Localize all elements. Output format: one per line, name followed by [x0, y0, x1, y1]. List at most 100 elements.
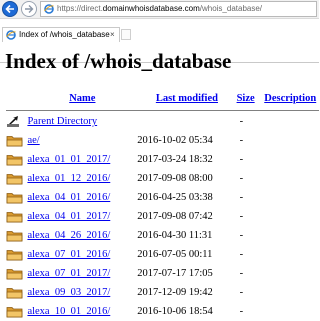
description-column-header[interactable]: Description	[261, 90, 319, 107]
table-row: alexa_10_01_2016/2016-10-06 18:54 -	[6, 302, 319, 321]
size-column-header[interactable]: Size	[237, 90, 262, 107]
name-cell: alexa_07_01_2017/	[27, 264, 137, 283]
description-cell	[261, 112, 319, 131]
modified-cell: 2016-10-02 05:34	[137, 135, 213, 146]
description-cell	[261, 283, 319, 302]
description-cell	[261, 264, 319, 283]
sort-size-link[interactable]: Size	[237, 93, 255, 104]
icon-cell	[6, 188, 27, 207]
forward-arrow-icon	[25, 5, 34, 13]
folder-icon	[6, 288, 23, 299]
folder-link[interactable]: ae/	[27, 135, 39, 146]
size-cell: -	[239, 135, 244, 146]
icon-cell	[6, 207, 27, 226]
back-arrow-icon	[5, 4, 14, 14]
size-cell: -	[239, 192, 244, 203]
modified-cell: 2016-07-05 00:11	[137, 249, 213, 260]
size-cell: -	[239, 154, 244, 165]
sort-name-link[interactable]: Name	[69, 93, 95, 104]
name-cell: alexa_04_01_2016/	[27, 188, 137, 207]
size-cell: -	[239, 211, 244, 222]
folder-icon	[6, 174, 23, 185]
url-host: domainwhoisdatabase.com	[102, 4, 200, 13]
folder-link[interactable]: alexa_10_01_2016/	[27, 306, 110, 317]
modified-cell: 2016-04-30 11:31	[137, 230, 213, 241]
folder-icon	[6, 307, 23, 318]
folder-link[interactable]: alexa_07_01_2016/	[27, 249, 110, 260]
page-title: Index of /whois_database	[5, 49, 232, 73]
back-button[interactable]	[2, 1, 18, 17]
tab-title: Index of /whois_database	[19, 30, 110, 39]
folder-icon	[6, 250, 23, 261]
name-cell: alexa_07_01_2016/	[27, 245, 137, 264]
name-cell: alexa_01_12_2016/	[27, 169, 137, 188]
description-cell	[261, 188, 319, 207]
name-cell: ae/	[27, 131, 137, 150]
ie-favicon-icon	[44, 4, 54, 14]
name-cell: alexa_04_01_2017/	[27, 207, 137, 226]
size-cell: -	[239, 287, 244, 298]
folder-icon	[6, 231, 23, 242]
icon-cell	[6, 264, 27, 283]
new-tab-button[interactable]	[121, 29, 131, 40]
modified-cell: 2017-03-24 18:32	[137, 154, 213, 165]
size-cell: -	[239, 173, 244, 184]
folder-link[interactable]: alexa_01_01_2017/	[27, 154, 110, 165]
folder-link[interactable]: alexa_07_01_2017/	[27, 268, 110, 279]
ie-favicon-icon	[6, 30, 16, 40]
size-cell: -	[239, 306, 244, 317]
parent-directory-link[interactable]: Parent Directory	[27, 116, 97, 127]
description-cell	[261, 207, 319, 226]
description-cell	[261, 302, 319, 321]
table-row: alexa_04_01_2017/2017-09-08 07:42 -	[6, 207, 319, 226]
modified-column-header[interactable]: Last modified	[137, 90, 236, 107]
address-bar-area: https://direct.domainwhoisdatabase.com/w…	[0, 0, 319, 19]
size-cell: -	[239, 116, 244, 127]
table-row: alexa_07_01_2016/2016-07-05 00:11 -	[6, 245, 319, 264]
tab-active[interactable]: Index of /whois_database ×	[2, 27, 120, 42]
file-rows: ae/2016-10-02 05:34- alexa_01_01_2017/201…	[6, 131, 319, 321]
parent-directory-icon	[7, 116, 19, 127]
size-cell: -	[239, 230, 244, 241]
modified-cell: 2017-12-09 19:42	[137, 287, 213, 298]
modified-cell: 2017-07-17 17:05	[137, 268, 213, 279]
name-cell: alexa_09_03_2017/	[27, 283, 137, 302]
forward-button[interactable]	[21, 1, 37, 17]
folder-icon	[6, 269, 23, 280]
table-row: ae/2016-10-02 05:34 -	[6, 131, 319, 150]
separator-line	[6, 110, 319, 111]
name-column-header[interactable]: Name	[27, 90, 137, 107]
table-row: alexa_01_01_2017/2017-03-24 18:32 -	[6, 150, 319, 169]
icon-cell	[6, 302, 27, 321]
icon-cell	[6, 283, 27, 302]
sort-description-link[interactable]: Description	[264, 93, 316, 104]
name-cell: alexa_04_26_2016/	[27, 226, 137, 245]
folder-link[interactable]: alexa_04_01_2017/	[27, 211, 110, 222]
size-cell: -	[239, 249, 244, 260]
folder-icon	[6, 155, 23, 166]
tab-close-button[interactable]: ×	[110, 28, 115, 42]
table-row: alexa_04_01_2016/2016-04-25 03:38 -	[6, 188, 319, 207]
icon-cell	[6, 131, 27, 150]
url-path: /whois_database/	[199, 4, 263, 13]
folder-link[interactable]: alexa_04_26_2016/	[27, 230, 110, 241]
parent-directory-row: Parent Directory -	[6, 112, 319, 131]
icon-cell	[6, 150, 27, 169]
icon-cell	[6, 169, 27, 188]
description-cell	[261, 150, 319, 169]
table-row: alexa_04_26_2016/2016-04-30 11:31 -	[6, 226, 319, 245]
folder-link[interactable]: alexa_01_12_2016/	[27, 173, 110, 184]
description-cell	[261, 226, 319, 245]
url-text: https://direct.domainwhoisdatabase.com/w…	[57, 2, 262, 16]
url-field[interactable]: https://direct.domainwhoisdatabase.com/w…	[40, 1, 317, 17]
folder-link[interactable]: alexa_04_01_2016/	[27, 192, 110, 203]
icon-cell	[6, 226, 27, 245]
icon-cell	[6, 245, 27, 264]
table-row: alexa_01_12_2016/2017-09-08 08:00 -	[6, 169, 319, 188]
modified-cell: 2016-10-06 18:54	[137, 306, 213, 317]
sort-modified-link[interactable]: Last modified	[156, 93, 218, 104]
folder-link[interactable]: alexa_09_03_2017/	[27, 287, 110, 298]
table-row: alexa_07_01_2017/2017-07-17 17:05 -	[6, 264, 319, 283]
directory-listing: Name Last modified Size Description Pare…	[6, 90, 319, 321]
folder-icon	[6, 212, 23, 223]
